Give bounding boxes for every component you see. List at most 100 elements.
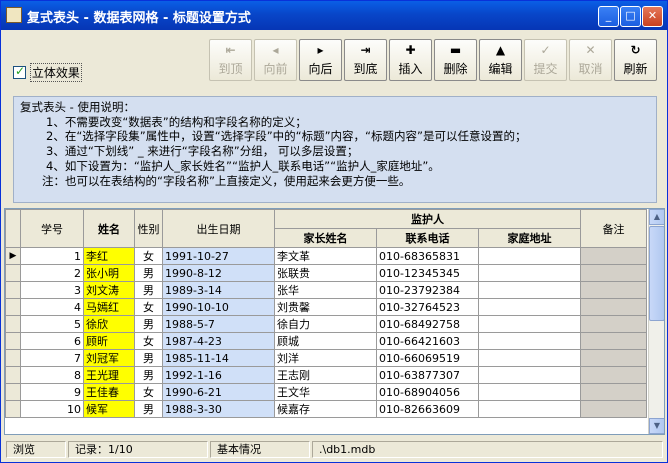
cell-address[interactable] xyxy=(478,332,581,350)
cell-gender[interactable]: 女 xyxy=(134,383,163,401)
cell-gender[interactable]: 女 xyxy=(134,332,163,350)
refresh-button[interactable]: ↻ 刷新 xyxy=(614,39,657,81)
table-row[interactable]: ▶ 1 李红女 1991-10-27 李文革 010-68365831 xyxy=(5,247,647,265)
cell-address[interactable] xyxy=(478,281,581,299)
row-indicator[interactable]: ▶ xyxy=(5,247,21,265)
go-first-button[interactable]: ⇤ 到顶 xyxy=(209,39,252,81)
row-indicator[interactable] xyxy=(5,400,21,418)
cell-address[interactable] xyxy=(478,247,581,265)
cell-gender[interactable]: 男 xyxy=(134,349,163,367)
submit-button[interactable]: ✓ 提交 xyxy=(524,39,567,81)
cell-address[interactable] xyxy=(478,349,581,367)
cell-id[interactable]: 2 xyxy=(20,264,84,282)
cell-parent[interactable]: 徐自力 xyxy=(274,315,377,333)
cell-name[interactable]: 顾昕 xyxy=(83,332,135,350)
cell-phone[interactable]: 010-68492758 xyxy=(376,315,479,333)
go-next-button[interactable]: ▸ 向后 xyxy=(299,39,342,81)
cell-phone[interactable]: 010-66421603 xyxy=(376,332,479,350)
cell-parent[interactable]: 候嘉存 xyxy=(274,400,377,418)
delete-button[interactable]: ▬ 删除 xyxy=(434,39,477,81)
table-row[interactable]: 2 张小明男 1990-8-12 张联贵 010-12345345 xyxy=(5,264,647,282)
go-prev-button[interactable]: ◂ 向前 xyxy=(254,39,297,81)
cell-note[interactable] xyxy=(580,349,647,367)
cell-parent[interactable]: 李文革 xyxy=(274,247,377,265)
cell-address[interactable] xyxy=(478,383,581,401)
scroll-up-icon[interactable]: ▲ xyxy=(649,209,664,225)
cell-parent[interactable]: 刘贵馨 xyxy=(274,298,377,316)
table-row[interactable]: 5 徐欣男 1988-5-7 徐自力 010-68492758 xyxy=(5,315,647,333)
cell-parent[interactable]: 刘洋 xyxy=(274,349,377,367)
cell-gender[interactable]: 男 xyxy=(134,264,163,282)
cell-phone[interactable]: 010-68365831 xyxy=(376,247,479,265)
cell-note[interactable] xyxy=(580,298,647,316)
cell-birth[interactable]: 1985-11-14 xyxy=(162,349,275,367)
cell-id[interactable]: 4 xyxy=(20,298,84,316)
header-name[interactable]: 姓名 xyxy=(83,209,135,248)
cell-note[interactable] xyxy=(580,315,647,333)
cell-name[interactable]: 王光理 xyxy=(83,366,135,384)
cell-birth[interactable]: 1988-3-30 xyxy=(162,400,275,418)
cell-birth[interactable]: 1989-3-14 xyxy=(162,281,275,299)
cell-phone[interactable]: 010-63877307 xyxy=(376,366,479,384)
header-parent-name[interactable]: 家长姓名 xyxy=(274,228,377,248)
cell-phone[interactable]: 010-12345345 xyxy=(376,264,479,282)
cell-parent[interactable]: 张联贵 xyxy=(274,264,377,282)
cell-birth[interactable]: 1991-10-27 xyxy=(162,247,275,265)
vertical-scrollbar[interactable]: ▲ ▼ xyxy=(648,209,664,434)
scroll-down-icon[interactable]: ▼ xyxy=(649,418,664,434)
cell-name[interactable]: 刘文涛 xyxy=(83,281,135,299)
cell-note[interactable] xyxy=(580,366,647,384)
cell-birth[interactable]: 1990-10-10 xyxy=(162,298,275,316)
edit-button[interactable]: ▲ 编辑 xyxy=(479,39,522,81)
cell-birth[interactable]: 1988-5-7 xyxy=(162,315,275,333)
cell-gender[interactable]: 男 xyxy=(134,281,163,299)
header-phone[interactable]: 联系电话 xyxy=(376,228,479,248)
cell-note[interactable] xyxy=(580,332,647,350)
insert-button[interactable]: ✚ 插入 xyxy=(389,39,432,81)
cell-note[interactable] xyxy=(580,281,647,299)
cell-gender[interactable]: 男 xyxy=(134,366,163,384)
cell-parent[interactable]: 顾城 xyxy=(274,332,377,350)
data-grid[interactable]: 学号 姓名 性别 出生日期 监护人 备注 家长姓名 联系电话 家庭地址 ▶ 1 李红… xyxy=(4,208,665,435)
cell-id[interactable]: 10 xyxy=(20,400,84,418)
table-row[interactable]: 8 王光理男 1992-1-16 王志刚 010-63877307 xyxy=(5,366,647,384)
cell-name[interactable]: 王佳春 xyxy=(83,383,135,401)
stereo-checkbox[interactable] xyxy=(13,64,26,79)
cell-parent[interactable]: 王文华 xyxy=(274,383,377,401)
stereo-option[interactable]: 立体效果 xyxy=(13,63,82,82)
cell-gender[interactable]: 男 xyxy=(134,400,163,418)
cell-id[interactable]: 9 xyxy=(20,383,84,401)
row-indicator[interactable] xyxy=(5,264,21,282)
cell-id[interactable]: 8 xyxy=(20,366,84,384)
go-last-button[interactable]: ⇥ 到底 xyxy=(344,39,387,81)
cell-note[interactable] xyxy=(580,400,647,418)
cell-id[interactable]: 3 xyxy=(20,281,84,299)
table-row[interactable]: 4 马嫣红女 1990-10-10 刘贵馨 010-32764523 xyxy=(5,298,647,316)
scroll-thumb[interactable] xyxy=(649,226,664,321)
header-gender[interactable]: 性别 xyxy=(134,209,163,248)
table-row[interactable]: 10 候军男 1988-3-30 候嘉存 010-82663609 xyxy=(5,400,647,418)
cell-address[interactable] xyxy=(478,315,581,333)
row-indicator[interactable] xyxy=(5,298,21,316)
cell-name[interactable]: 候军 xyxy=(83,400,135,418)
minimize-button[interactable]: _ xyxy=(598,6,619,27)
header-note[interactable]: 备注 xyxy=(580,209,647,248)
close-button[interactable]: ✕ xyxy=(642,6,663,27)
cancel-button[interactable]: ✕ 取消 xyxy=(569,39,612,81)
cell-name[interactable]: 刘冠军 xyxy=(83,349,135,367)
cell-phone[interactable]: 010-68904056 xyxy=(376,383,479,401)
cell-name[interactable]: 张小明 xyxy=(83,264,135,282)
stereo-label[interactable]: 立体效果 xyxy=(29,63,82,82)
cell-birth[interactable]: 1990-6-21 xyxy=(162,383,275,401)
cell-birth[interactable]: 1987-4-23 xyxy=(162,332,275,350)
cell-birth[interactable]: 1990-8-12 xyxy=(162,264,275,282)
cell-note[interactable] xyxy=(580,247,647,265)
cell-parent[interactable]: 王志刚 xyxy=(274,366,377,384)
cell-id[interactable]: 5 xyxy=(20,315,84,333)
cell-id[interactable]: 7 xyxy=(20,349,84,367)
cell-address[interactable] xyxy=(478,298,581,316)
maximize-button[interactable]: □ xyxy=(620,6,641,27)
cell-id[interactable]: 6 xyxy=(20,332,84,350)
table-row[interactable]: 3 刘文涛男 1989-3-14 张华 010-23792384 xyxy=(5,281,647,299)
table-row[interactable]: 6 顾昕女 1987-4-23 顾城 010-66421603 xyxy=(5,332,647,350)
